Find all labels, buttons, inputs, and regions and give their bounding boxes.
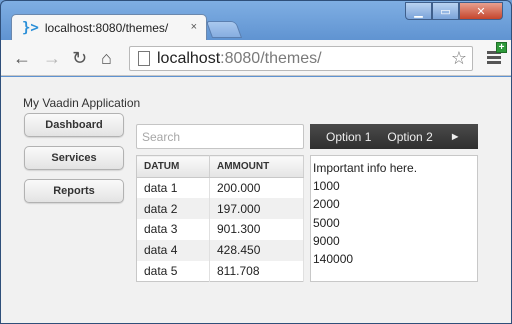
info-panel: Important info here. 1000 2000 5000 9000… [310, 155, 478, 282]
table-cell: data 1 [136, 177, 210, 199]
table-cell: 901.300 [209, 219, 304, 240]
table-cell: 811.708 [209, 260, 304, 282]
browser-tab[interactable]: }> localhost:8080/themes/ × [11, 14, 207, 41]
menu-option-2[interactable]: Option 2 [387, 130, 432, 144]
url-host: localhost [157, 49, 221, 67]
services-button[interactable]: Services [24, 146, 124, 170]
forward-arrow-icon[interactable]: → [43, 48, 61, 69]
menubar: Option 1 Option 2 ► [310, 124, 478, 149]
table-cell: data 5 [136, 260, 210, 282]
vaadin-favicon-icon: }> [22, 20, 39, 36]
tab-close-icon[interactable]: × [191, 21, 197, 33]
table-row[interactable]: data 5 811.708 [136, 260, 304, 282]
menu-option-1[interactable]: Option 1 [326, 130, 371, 144]
url-path: :8080/themes/ [220, 49, 322, 67]
reports-button[interactable]: Reports [24, 179, 124, 203]
table-row[interactable]: data 1 200.000 [136, 177, 304, 199]
table-cell: data 3 [136, 219, 210, 240]
column-header-datum[interactable]: DATUM [136, 155, 210, 178]
close-window-button[interactable]: ✕ [459, 2, 503, 20]
tab-title: localhost:8080/themes/ [44, 21, 169, 35]
table-cell: data 2 [136, 198, 210, 220]
table-row[interactable]: data 3 901.300 [136, 219, 304, 240]
page-icon [138, 51, 150, 66]
back-arrow-icon[interactable]: ← [13, 48, 31, 69]
reload-icon[interactable]: ↻ [72, 48, 87, 69]
table-cell: 200.000 [209, 177, 304, 199]
extension-plus-icon: + [496, 42, 507, 53]
table-row[interactable]: data 4 428.450 [136, 239, 304, 261]
column-header-ammount[interactable]: AMMOUNT [209, 155, 304, 178]
home-icon[interactable]: ⌂ [101, 48, 112, 69]
dashboard-button[interactable]: Dashboard [24, 113, 124, 137]
maximize-button[interactable]: ▭ [432, 2, 459, 20]
address-bar[interactable]: localhost:8080/themes/ ☆ [129, 46, 473, 71]
page-content: My Vaadin Application Dashboard Services… [1, 77, 511, 323]
app-title: My Vaadin Application [23, 96, 141, 110]
info-line: 140000 [313, 252, 354, 267]
info-line: 2000 [313, 197, 340, 212]
table-cell: 197.000 [209, 198, 304, 220]
window-controls: ▁ ▭ ✕ [405, 2, 503, 20]
table-cell: 428.450 [209, 239, 304, 261]
table-cell: data 4 [136, 239, 210, 261]
table-header-row: DATUM AMMOUNT [136, 155, 304, 178]
info-line: 9000 [313, 233, 340, 248]
new-tab-button[interactable] [205, 21, 243, 38]
minimize-button[interactable]: ▁ [405, 2, 432, 20]
bookmark-star-icon[interactable]: ☆ [451, 48, 467, 69]
info-line: 5000 [313, 215, 340, 230]
info-line: 1000 [313, 179, 340, 194]
browser-menu-icon[interactable]: + [487, 42, 507, 66]
table-row[interactable]: data 2 197.000 [136, 198, 304, 220]
browser-toolbar: ← → ↻ ⌂ localhost:8080/themes/ ☆ + [1, 40, 511, 76]
menu-more-arrow-icon[interactable]: ► [450, 131, 461, 143]
search-input[interactable] [136, 124, 304, 149]
data-table: DATUM AMMOUNT data 1 200.000 data 2 197.… [136, 155, 304, 282]
info-heading: Important info here. [313, 161, 418, 175]
